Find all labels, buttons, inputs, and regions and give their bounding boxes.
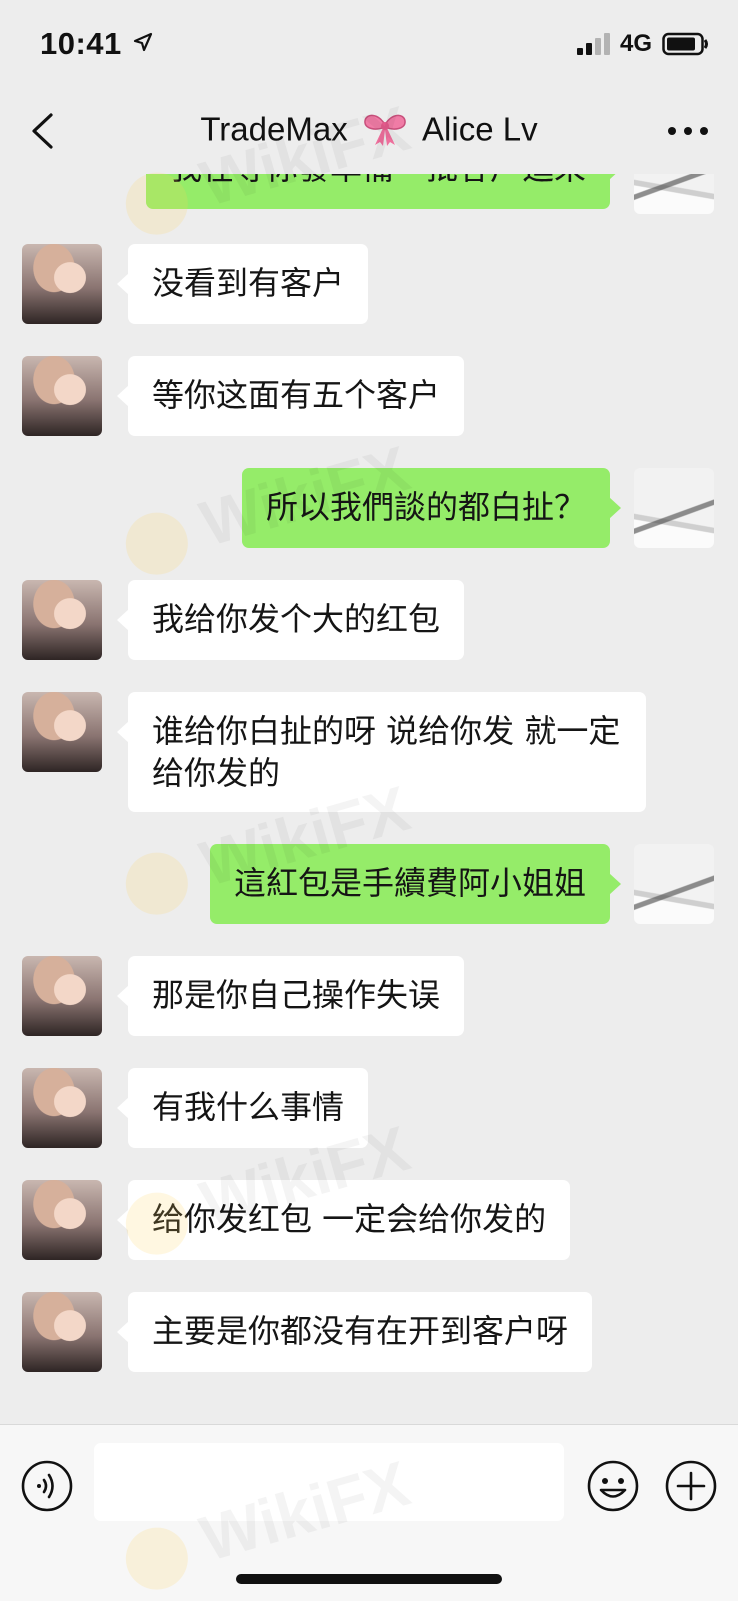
self-message-bubble[interactable]: 我在等你發準備一批客户進來	[145, 174, 622, 209]
message-text: 有我什么事情	[152, 1088, 345, 1126]
contact-message-bubble[interactable]: 有我什么事情	[116, 1068, 369, 1148]
status-time: 10:41	[40, 26, 153, 62]
contact-avatar[interactable]	[22, 692, 102, 772]
contact-avatar[interactable]	[22, 1068, 102, 1148]
contact-avatar[interactable]	[22, 1292, 102, 1372]
self-avatar[interactable]	[634, 844, 714, 924]
contact-message-bubble[interactable]: 给你发红包 一定会给你发的	[116, 1180, 571, 1260]
plus-button[interactable]	[664, 1459, 718, 1513]
battery-icon	[662, 32, 708, 56]
message-text: 那是你自己操作失误	[152, 976, 441, 1014]
message-list[interactable]: 我在等你發準備一批客户進來 没看到有客户 等你这面有五个客户 所以我們談的都白扯…	[0, 174, 738, 1424]
contact-message-bubble[interactable]: 没看到有客户	[116, 244, 369, 324]
plus-icon	[665, 1460, 717, 1512]
voice-button[interactable]	[20, 1459, 74, 1513]
message-text: 等你这面有五个客户	[152, 376, 441, 414]
message-text: 我给你发个大的红包	[152, 600, 441, 638]
contact-avatar[interactable]	[22, 956, 102, 1036]
contact-message-bubble[interactable]: 我给你发个大的红包	[116, 580, 465, 660]
contact-message-bubble[interactable]: 那是你自己操作失误	[116, 956, 465, 1036]
contact-avatar[interactable]	[22, 244, 102, 324]
message-text: 没看到有客户	[152, 264, 345, 302]
contact-message-bubble[interactable]: 等你这面有五个客户	[116, 356, 465, 436]
contact-message-bubble[interactable]: 谁给你白扯的呀 说给你发 就一定给你发的	[117, 692, 646, 812]
self-message-bubble[interactable]: 所以我們談的都白扯？	[241, 468, 622, 548]
message-text: 谁给你白扯的呀 说给你发 就一定给你发的	[152, 712, 621, 792]
chat-header: TradeMax Alice Lv	[0, 92, 738, 174]
message-text: 這紅包是手續費阿小姐姐	[233, 864, 586, 902]
ribbon-bow-icon	[364, 115, 406, 147]
status-bar: 10:41 4G	[0, 0, 738, 92]
status-right: 4G	[576, 30, 710, 58]
home-indicator[interactable]	[236, 1574, 502, 1584]
more-dots-icon	[668, 127, 708, 135]
contact-avatar[interactable]	[22, 580, 102, 660]
network-type: 4G	[619, 30, 652, 57]
message-text: 给你发红包 一定会给你发的	[152, 1200, 547, 1238]
contact-avatar[interactable]	[22, 356, 102, 436]
more-button[interactable]	[662, 108, 714, 154]
chat-title-group: TradeMax	[200, 110, 348, 148]
signal-icon	[576, 33, 610, 55]
voice-icon	[21, 1460, 73, 1512]
emoji-icon	[587, 1460, 639, 1512]
contact-avatar[interactable]	[22, 1180, 102, 1260]
location-arrow-icon	[133, 32, 153, 52]
self-avatar[interactable]	[634, 468, 714, 548]
message-text: 主要是你都没有在开到客户呀	[152, 1312, 569, 1350]
self-avatar[interactable]	[634, 174, 714, 214]
emoji-button[interactable]	[586, 1459, 640, 1513]
contact-message-bubble[interactable]: 主要是你都没有在开到客户呀	[116, 1292, 593, 1372]
chat-title: TradeMax Alice Lv	[0, 108, 738, 148]
message-input[interactable]	[94, 1443, 564, 1521]
status-time-text: 10:41	[40, 26, 122, 61]
message-text: 我在等你發準備一批客户進來	[170, 174, 586, 187]
chat-title-contact: Alice Lv	[422, 110, 538, 148]
message-text: 所以我們談的都白扯？	[265, 488, 586, 526]
self-message-bubble[interactable]: 這紅包是手續費阿小姐姐	[209, 844, 622, 924]
